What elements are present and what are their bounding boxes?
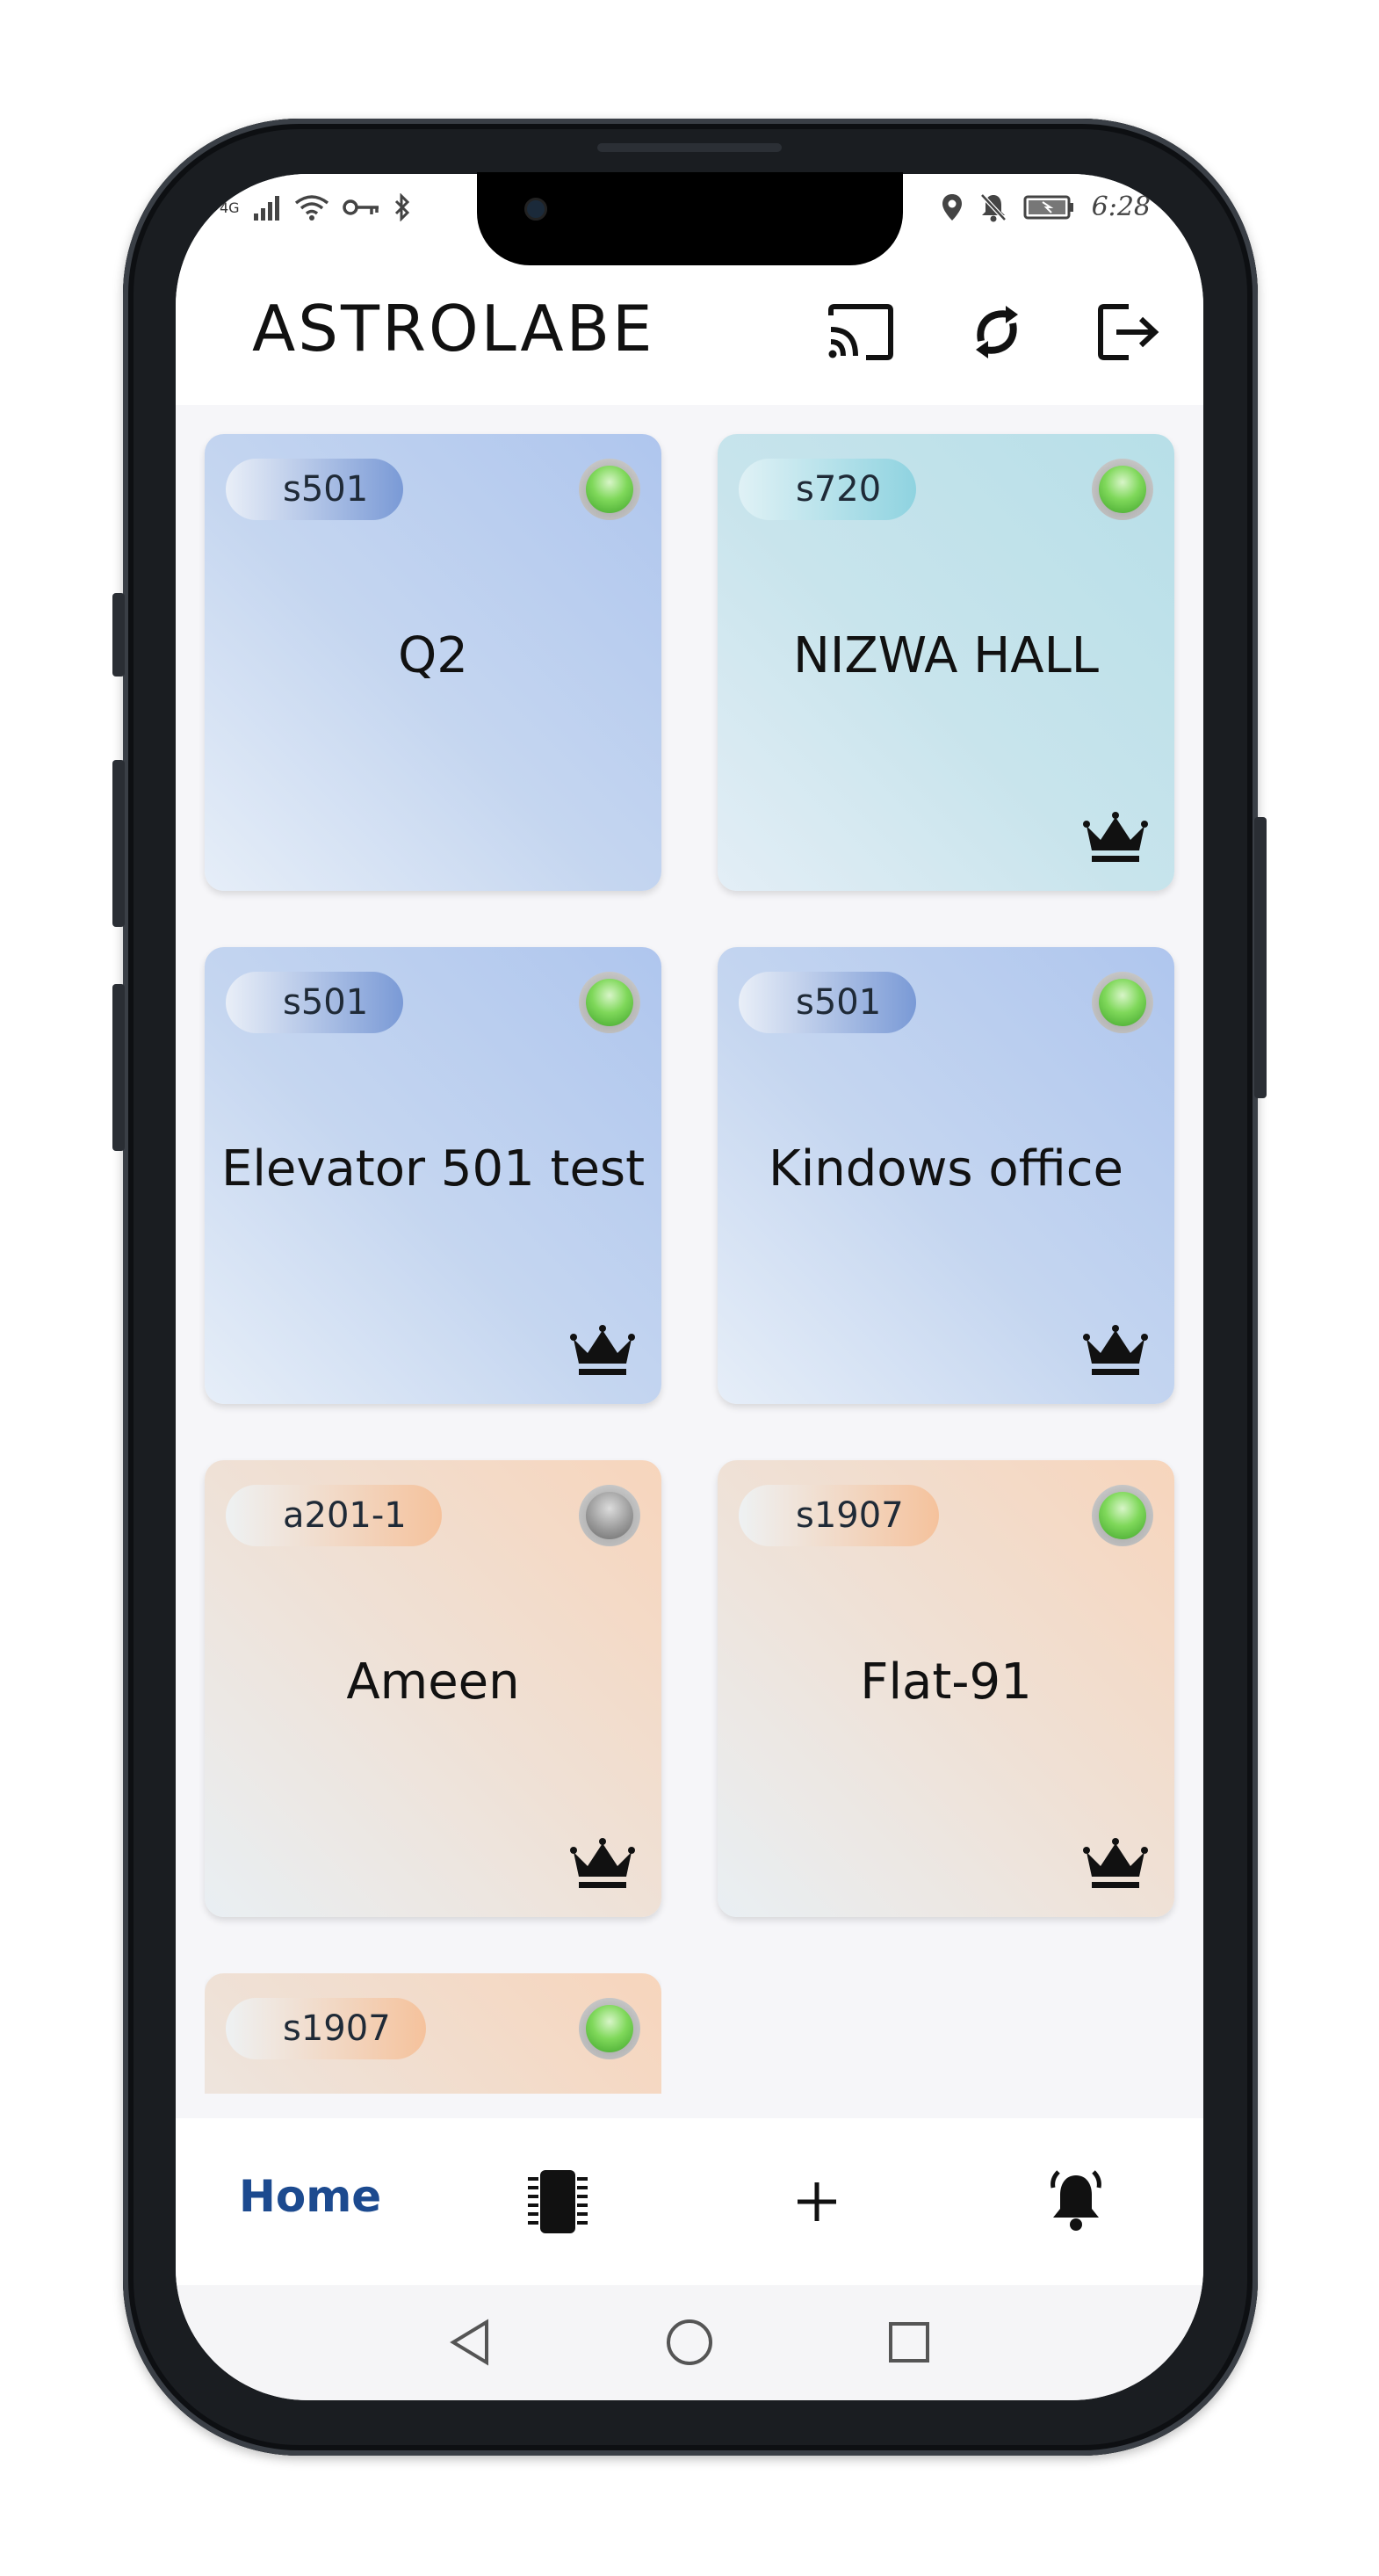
crown-icon	[570, 1838, 635, 1888]
model-badge: s501	[226, 459, 404, 520]
offline-status-led	[579, 1485, 640, 1546]
home-icon[interactable]	[659, 2312, 720, 2373]
status-right: 6:28	[941, 192, 1151, 222]
card-clip: s1907	[205, 1973, 661, 2094]
model-badge: s501	[226, 972, 404, 1033]
crown-icon	[1083, 1325, 1148, 1375]
power-button	[1254, 817, 1267, 1098]
online-status-led	[1092, 972, 1153, 1033]
cast-icon[interactable]	[826, 297, 896, 367]
battery-icon	[1023, 195, 1073, 219]
online-status-led	[579, 1998, 640, 2059]
device-grid: s501 Q2 s720 NIZWA HALL s501 Elevator 50…	[176, 405, 1203, 2118]
vpn-key-icon	[342, 199, 379, 215]
bottom-nav: Home	[176, 2118, 1203, 2285]
device-card[interactable]: s501 Kindows office	[718, 947, 1174, 1404]
crown-icon	[1083, 812, 1148, 862]
device-card[interactable]: s501 Q2	[205, 434, 661, 891]
screen: 4G 6:28 ASTROLABE s501 Q2 s720 NIZWA HAL…	[176, 174, 1203, 2400]
online-status-led	[579, 972, 640, 1033]
device-name: Kindows office	[768, 1140, 1123, 1198]
app-title: ASTROLABE	[252, 292, 655, 365]
sync-icon[interactable]	[962, 297, 1032, 367]
recents-icon[interactable]	[878, 2312, 940, 2373]
side-button	[112, 593, 125, 677]
online-status-led	[1092, 1485, 1153, 1546]
model-badge: s720	[739, 459, 917, 520]
device-name: Q2	[398, 627, 468, 684]
crown-icon	[1083, 1838, 1148, 1888]
speaker	[597, 143, 782, 152]
app-bar: ASTROLABE	[176, 262, 1203, 405]
front-camera	[524, 198, 547, 221]
bluetooth-icon	[394, 193, 409, 221]
model-badge: a201-1	[226, 1485, 442, 1546]
device-name: Ameen	[346, 1653, 520, 1711]
online-status-led	[579, 459, 640, 520]
model-badge: s501	[739, 972, 917, 1033]
device-card[interactable]: s501 Elevator 501 test	[205, 947, 661, 1404]
location-icon	[942, 193, 962, 221]
plus-icon[interactable]	[773, 2158, 861, 2246]
back-icon[interactable]	[439, 2312, 501, 2373]
status-left: 4G	[220, 193, 412, 221]
device-name: NIZWA HALL	[792, 627, 1099, 684]
crown-icon	[570, 1325, 635, 1375]
clock: 6:28	[1091, 192, 1151, 222]
device-name: Flat-91	[860, 1653, 1032, 1711]
wifi-icon	[294, 195, 329, 221]
mute-icon	[979, 192, 1007, 221]
device-card[interactable]: s1907 Flat-91	[718, 1460, 1174, 1917]
model-badge: s1907	[226, 1998, 426, 2059]
model-badge: s1907	[739, 1485, 939, 1546]
device-card[interactable]: a201-1 Ameen	[205, 1460, 661, 1917]
chip-icon[interactable]	[514, 2158, 602, 2246]
device-name: Elevator 501 test	[220, 1140, 646, 1198]
network-label: 4G	[220, 199, 240, 216]
logout-icon[interactable]	[1094, 297, 1164, 367]
system-nav-bar	[176, 2285, 1203, 2400]
nav-home[interactable]: Home	[239, 2171, 381, 2222]
device-card[interactable]: s1907	[205, 1973, 661, 2094]
volume-down-button	[112, 984, 125, 1151]
signal-icon	[253, 196, 279, 221]
online-status-led	[1092, 459, 1153, 520]
volume-up-button	[112, 760, 125, 927]
bell-icon[interactable]	[1032, 2158, 1120, 2246]
device-card[interactable]: s720 NIZWA HALL	[718, 434, 1174, 891]
